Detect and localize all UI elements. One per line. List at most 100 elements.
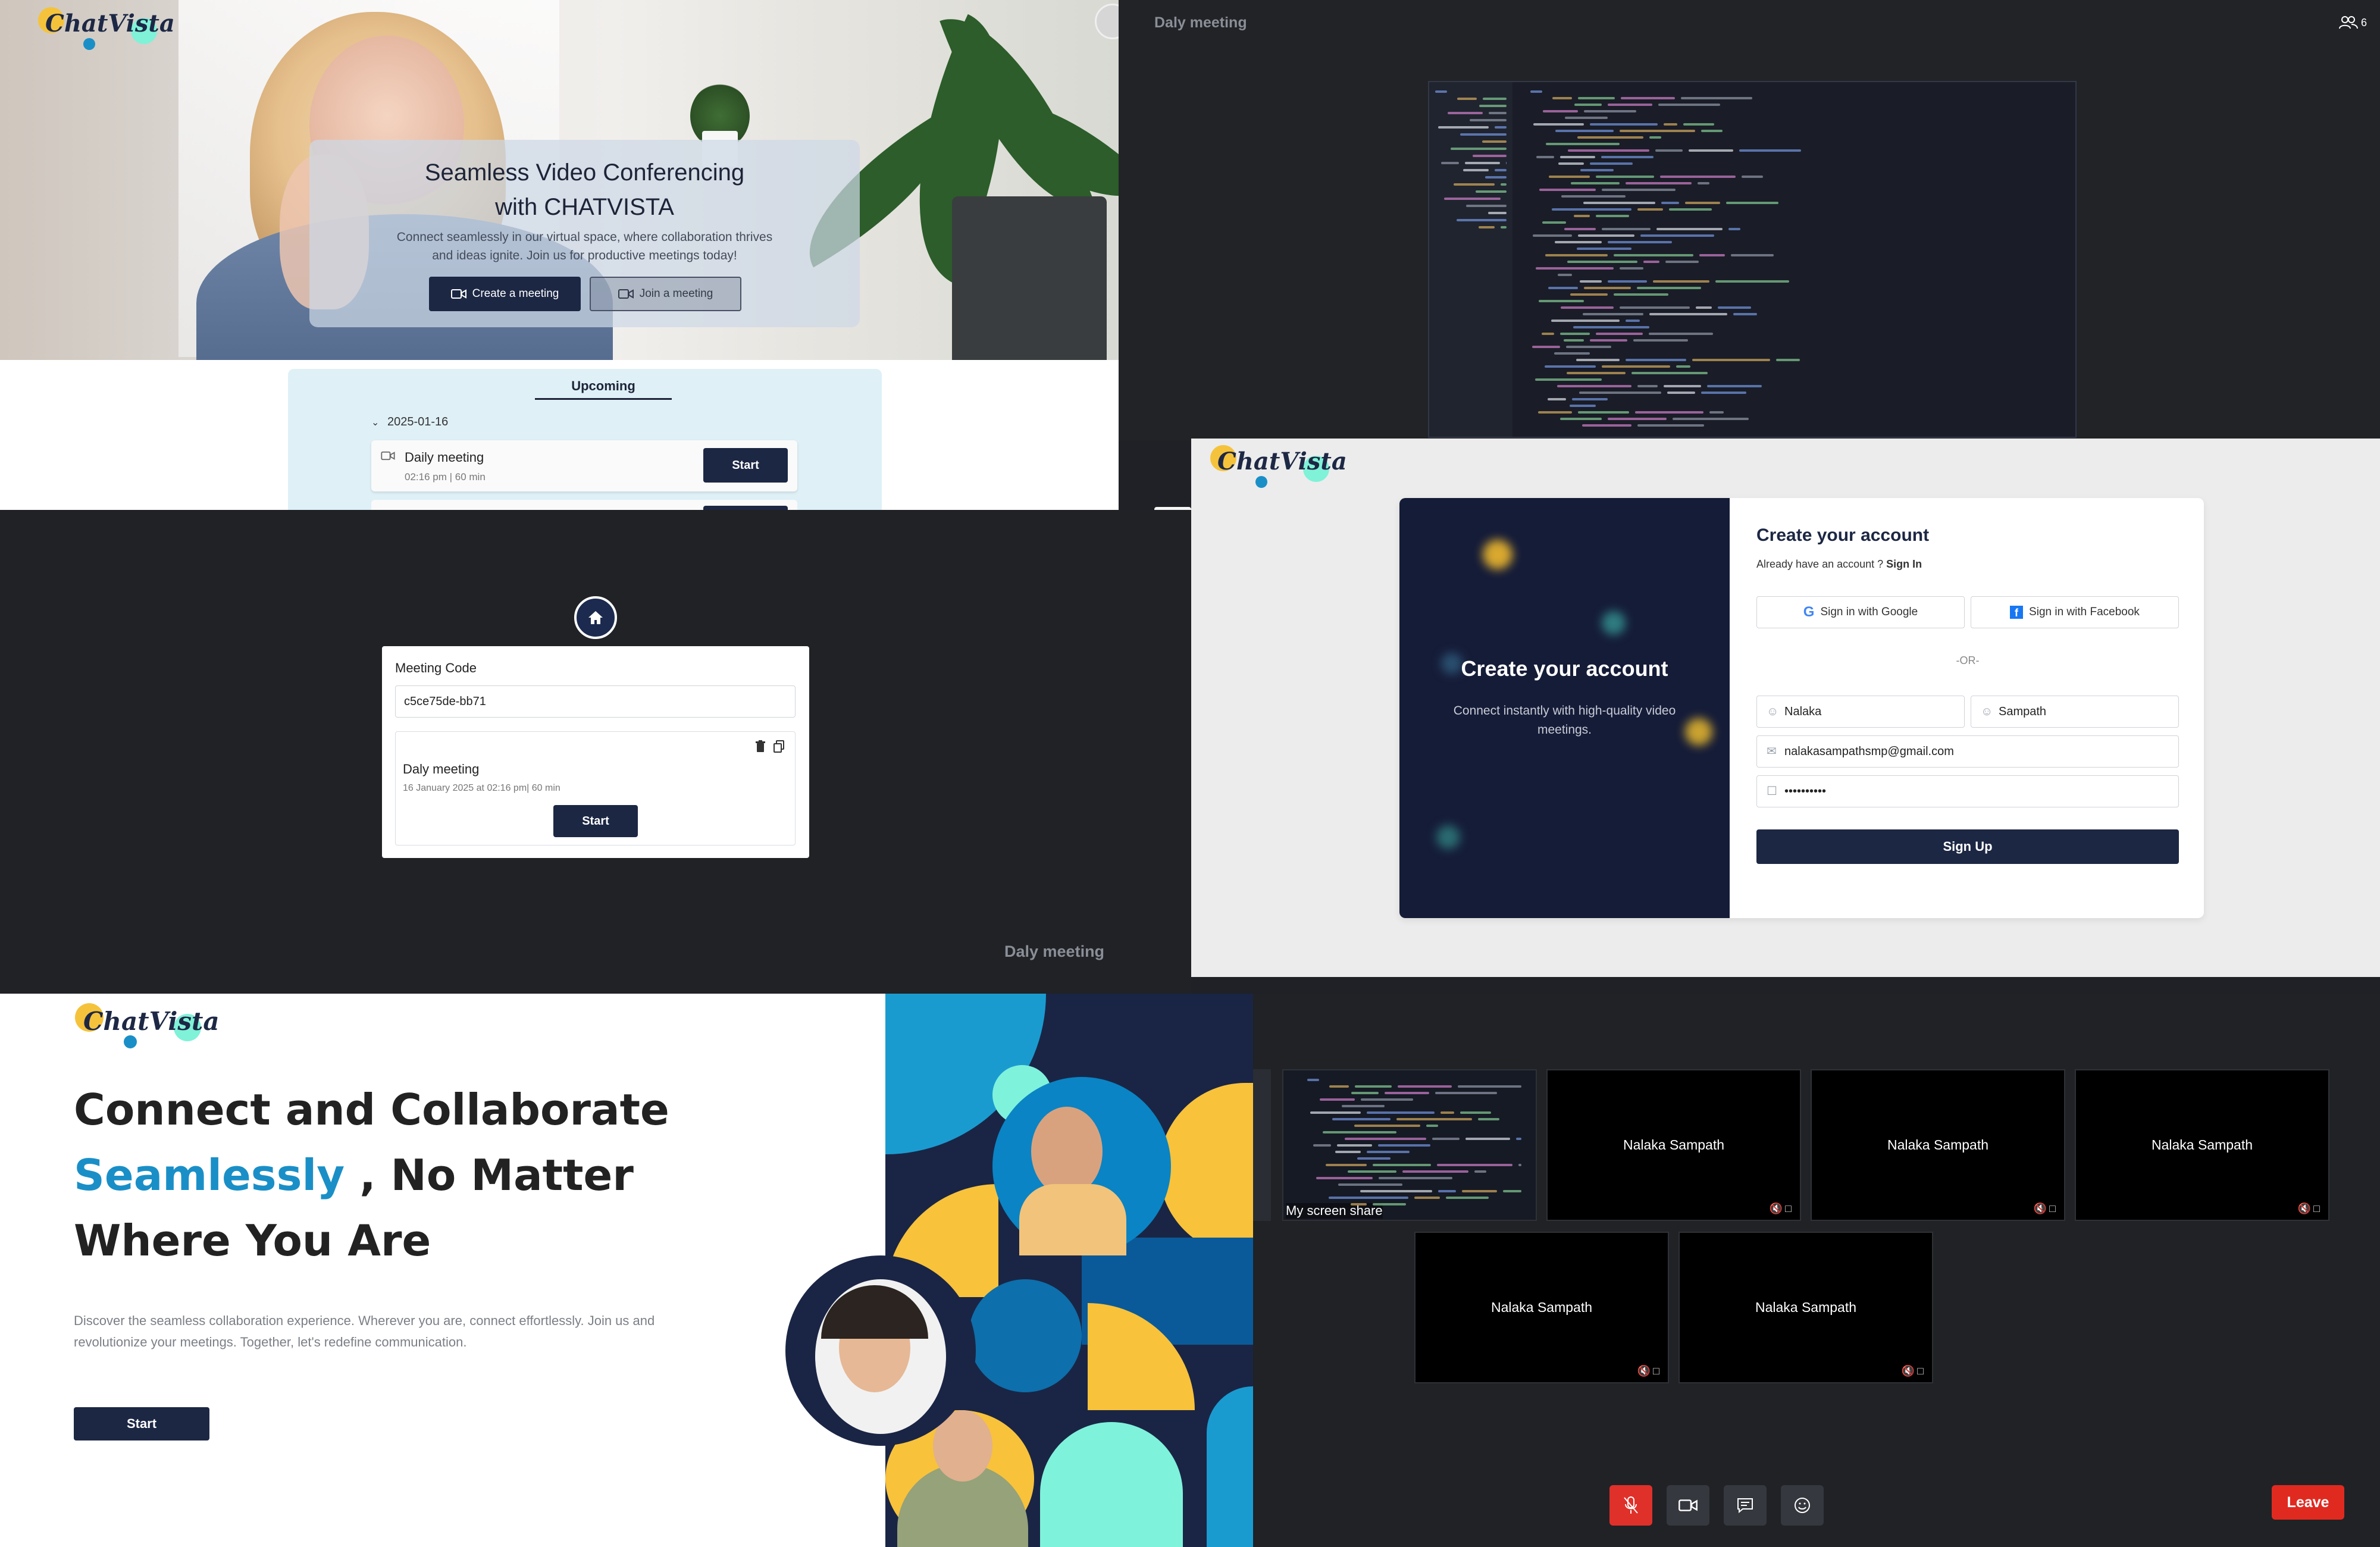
meeting-name: Daily meeting xyxy=(405,450,484,465)
code-text-line xyxy=(1503,1190,1521,1192)
participant-tile[interactable]: Nalaka Sampath 🔇□ xyxy=(1414,1232,1669,1383)
code-text-line xyxy=(1495,126,1507,129)
landing-description: Discover the seamless collaboration expe… xyxy=(74,1313,655,1349)
code-text-line xyxy=(1351,1092,1379,1094)
code-text-line xyxy=(1733,313,1757,315)
user-icon: ☺ xyxy=(1981,705,1993,718)
mail-icon: ✉ xyxy=(1767,745,1777,758)
start-button[interactable]: Start xyxy=(74,1407,209,1440)
leave-button[interactable]: Leave xyxy=(2272,1485,2344,1520)
last-name-field[interactable]: ☺ Sampath xyxy=(1971,696,2179,728)
code-text-line xyxy=(1545,254,1608,256)
create-meeting-button[interactable]: Create a meeting xyxy=(429,277,581,311)
code-text-line xyxy=(1551,320,1620,322)
join-meeting-button[interactable]: Join a meeting xyxy=(590,277,741,311)
signin-link[interactable]: Sign In xyxy=(1886,558,1922,570)
code-text-line xyxy=(1518,1164,1521,1166)
code-text-line xyxy=(1578,97,1615,99)
start-meeting-button[interactable]: Start xyxy=(703,448,788,483)
hero-subtitle: Connect seamlessly in our virtual space,… xyxy=(396,230,773,262)
logo[interactable]: ChatVista xyxy=(36,4,175,51)
video-camera-icon xyxy=(450,289,466,299)
code-text-line xyxy=(1633,339,1688,342)
code-text-line xyxy=(1542,221,1566,224)
code-text-line xyxy=(1348,1170,1396,1173)
start-meeting-button[interactable] xyxy=(703,506,788,510)
code-text-line xyxy=(1560,418,1602,420)
code-text-line xyxy=(1337,1144,1372,1147)
code-text-line xyxy=(1361,1098,1413,1101)
date-group-header[interactable]: ⌄ 2025-01-16 xyxy=(371,415,448,429)
mic-off-camera-off-icon: 🔇□ xyxy=(1901,1365,1926,1377)
camera-toggle-button[interactable] xyxy=(1667,1485,1709,1526)
mic-toggle-button[interactable] xyxy=(1609,1485,1652,1526)
signup-promo-panel: Create your account Connect instantly wi… xyxy=(1399,498,1730,918)
logo-text: ChatVista xyxy=(83,1007,220,1036)
facebook-signin-button[interactable]: f Sign in with Facebook xyxy=(1971,596,2179,628)
code-text-line xyxy=(1402,1170,1468,1173)
code-text-line xyxy=(1561,306,1614,309)
chat-button[interactable] xyxy=(1724,1485,1767,1526)
participant-name: Nalaka Sampath xyxy=(1887,1137,1989,1153)
landing-page: ChatVista Connect and Collaborate Seamle… xyxy=(0,994,1253,1547)
participants-icon xyxy=(2339,16,2358,29)
participant-tile[interactable]: Nalaka Sampath 🔇□ xyxy=(2075,1069,2329,1221)
code-text-line xyxy=(1608,418,1667,420)
sign-up-button[interactable]: Sign Up xyxy=(1756,829,2179,864)
code-text-line xyxy=(1543,110,1578,112)
participants-indicator[interactable]: 6 xyxy=(2338,15,2367,30)
code-text-line xyxy=(1533,123,1584,126)
hero-collage xyxy=(885,994,1253,1547)
code-text-line xyxy=(1574,104,1602,106)
copy-icon[interactable] xyxy=(773,740,785,753)
first-name-field[interactable]: ☺ Nalaka xyxy=(1756,696,1965,728)
meeting-detail-card: Daly meeting 16 January 2025 at 02:16 pm… xyxy=(395,731,796,845)
tab-upcoming[interactable]: Upcoming xyxy=(544,378,663,394)
code-text-line xyxy=(1620,130,1695,132)
chat-icon xyxy=(1737,1498,1753,1514)
code-text-line xyxy=(1501,183,1507,186)
code-text-line xyxy=(1379,1177,1452,1179)
code-text-line xyxy=(1555,241,1602,243)
code-text-line xyxy=(1669,208,1712,211)
code-text-line xyxy=(1438,1190,1456,1192)
google-signin-label: Sign in with Google xyxy=(1820,606,1918,618)
participants-count: 6 xyxy=(2361,16,2368,29)
home-button[interactable] xyxy=(574,596,617,639)
start-meeting-button[interactable]: Start xyxy=(553,805,638,837)
reactions-button[interactable] xyxy=(1781,1485,1824,1526)
code-text-line xyxy=(1570,405,1596,407)
mic-off-icon xyxy=(1624,1496,1638,1514)
trash-icon[interactable] xyxy=(755,740,766,753)
code-text-line xyxy=(1614,254,1693,256)
code-text-line xyxy=(1626,320,1640,322)
code-text-line xyxy=(1558,274,1572,276)
code-text-line xyxy=(1488,212,1507,214)
meeting-code-input[interactable]: c5ce75de-bb71 xyxy=(395,685,796,718)
screen-share-tile[interactable]: My screen share xyxy=(1282,1069,1537,1221)
google-signin-button[interactable]: G Sign in with Google xyxy=(1756,596,1965,628)
logo[interactable]: ChatVista xyxy=(1208,441,1347,489)
participant-tile[interactable]: Nalaka Sampath 🔇□ xyxy=(1546,1069,1801,1221)
code-text-line xyxy=(1560,156,1595,158)
hero-title-line1: Seamless Video Conferencing xyxy=(424,159,745,186)
code-text-line xyxy=(1342,1105,1385,1107)
code-text-line xyxy=(1667,392,1695,394)
code-text-line xyxy=(1351,1203,1367,1205)
password-field[interactable]: ☐ •••••••••• xyxy=(1756,775,2179,807)
code-text-line xyxy=(1378,1144,1430,1147)
password-value: •••••••••• xyxy=(1784,785,1827,798)
code-text-line xyxy=(1373,1164,1431,1166)
google-icon: G xyxy=(1803,604,1815,620)
participant-tile[interactable]: Nalaka Sampath 🔇□ xyxy=(1811,1069,2065,1221)
email-field[interactable]: ✉ nalakasampathsmp@gmail.com xyxy=(1756,735,2179,768)
code-text-line xyxy=(1602,365,1670,368)
code-text-line xyxy=(1567,261,1637,263)
code-text-line xyxy=(1536,267,1614,270)
logo[interactable]: ChatVista xyxy=(73,998,220,1048)
participant-tile[interactable]: Nalaka Sampath 🔇□ xyxy=(1678,1232,1933,1383)
hero-title-line2: with CHATVISTA xyxy=(495,194,674,220)
profile-avatar[interactable] xyxy=(1095,4,1119,39)
code-text-line xyxy=(1435,90,1447,93)
code-text-line xyxy=(1530,90,1542,93)
